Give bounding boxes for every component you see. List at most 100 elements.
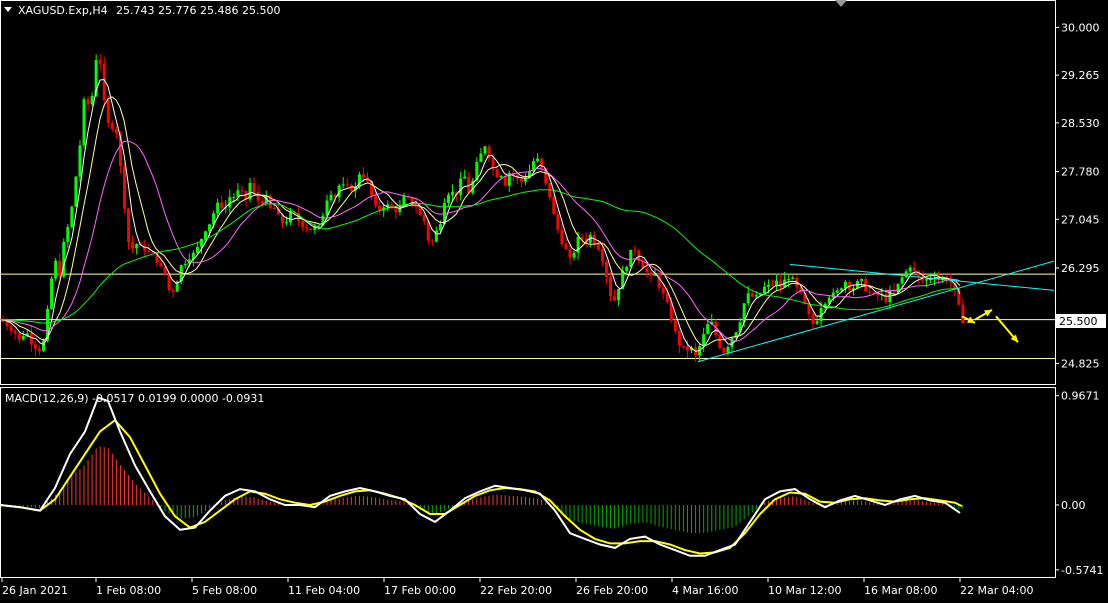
- candle-body: [329, 194, 333, 201]
- candle-body: [204, 231, 207, 240]
- candlestick-series: [1, 54, 965, 362]
- candle-body: [106, 100, 110, 123]
- candle-body: [301, 221, 305, 228]
- candle-body: [345, 184, 349, 186]
- triangle-upper-trendline[interactable]: [789, 263, 1055, 291]
- time-tick-label: 1 Feb 08:00: [96, 584, 161, 597]
- candle-body: [519, 178, 523, 182]
- candle-body: [110, 122, 114, 129]
- time-tick-label: 5 Feb 08:00: [192, 584, 257, 597]
- candle-body: [426, 221, 430, 241]
- candle-body: [807, 304, 811, 315]
- candle-body: [447, 194, 450, 203]
- price-tick-label: 28.530: [1061, 117, 1100, 130]
- candle-body: [779, 280, 783, 288]
- candle-body: [730, 337, 734, 347]
- candle-body: [430, 240, 434, 242]
- candle-body: [787, 278, 791, 280]
- candle-body: [572, 252, 576, 258]
- candle-body: [74, 176, 78, 207]
- triangle-down-icon[interactable]: [4, 7, 12, 12]
- candle-body: [463, 176, 467, 179]
- price-tick-label: 30.000: [1061, 21, 1100, 34]
- candle-body: [90, 95, 94, 105]
- time-tick-label: 4 Mar 16:00: [672, 584, 738, 597]
- candle-body: [341, 184, 345, 186]
- triangle-trendlines[interactable]: [697, 260, 1055, 363]
- candle-body: [718, 334, 722, 348]
- candle-body: [495, 168, 499, 178]
- candle-body: [617, 288, 621, 301]
- candle-body: [661, 287, 665, 294]
- candle-body: [123, 166, 126, 209]
- candle-body: [503, 176, 507, 186]
- candle-body: [912, 267, 916, 272]
- triangle-lower-trendline[interactable]: [697, 260, 1055, 363]
- time-tick-label: 17 Feb 00:00: [384, 584, 456, 597]
- candle-body: [750, 293, 754, 297]
- candle-body: [815, 321, 819, 324]
- candle-body: [839, 288, 843, 291]
- candle-body: [523, 178, 527, 182]
- candle-body: [961, 304, 965, 324]
- candle-body: [361, 174, 365, 178]
- candle-body: [232, 196, 236, 198]
- candle-body: [135, 244, 139, 249]
- candle-body: [884, 293, 888, 303]
- candle-body: [13, 330, 17, 334]
- candle-body: [479, 153, 483, 162]
- candle-body: [775, 280, 779, 286]
- chart-canvas[interactable]: 30.000 29.265 28.530 27.780 27.045 26.295 24.8…: [0, 0, 1108, 599]
- candle-body: [171, 290, 175, 292]
- candle-body: [66, 227, 70, 242]
- candle-body: [228, 197, 232, 208]
- candle-body: [722, 347, 726, 353]
- candle-body: [754, 295, 758, 297]
- time-axis: 26 Jan 2021 1 Feb 08:00 5 Feb 08:00 11 Feb …: [1, 578, 1033, 597]
- candle-body: [216, 202, 220, 214]
- candle-body: [252, 182, 256, 192]
- trading-chart-window[interactable]: 30.000 29.265 28.530 27.780 27.045 26.295 24.8…: [0, 0, 1108, 599]
- candle-body: [835, 290, 839, 293]
- chart-shift-marker-icon[interactable]: [835, 0, 847, 7]
- macd-tick-label: -0.5741: [1061, 564, 1103, 577]
- candle-body: [9, 326, 13, 331]
- candle-body: [706, 324, 710, 335]
- candle-body: [762, 286, 766, 294]
- candle-body: [868, 291, 872, 293]
- svg-text:25.500: 25.500: [1059, 315, 1098, 328]
- candle-body: [536, 158, 540, 162]
- candle-body: [127, 208, 131, 242]
- symbol-label: XAGUSD.Exp,H4: [18, 4, 108, 17]
- candle-body: [86, 99, 90, 105]
- ohlc-label: 25.743 25.776 25.486 25.500: [116, 4, 280, 17]
- candle-body: [54, 260, 58, 279]
- candle-body: [17, 333, 21, 340]
- candle-body: [309, 228, 313, 231]
- forecast-arrows[interactable]: [961, 308, 1019, 343]
- candle-body: [82, 99, 86, 146]
- candle-body: [924, 279, 928, 281]
- macd-main-line: [0, 396, 961, 557]
- moving-averages: [0, 78, 961, 352]
- candle-body: [685, 346, 689, 351]
- price-tick-label: 29.265: [1061, 69, 1100, 82]
- candle-body: [29, 333, 33, 345]
- macd-tick-label: 0.9671: [1061, 390, 1100, 403]
- candle-body: [159, 262, 163, 267]
- candle-body: [791, 277, 795, 279]
- candle-body: [272, 207, 276, 210]
- candle-body: [260, 200, 264, 204]
- candle-body: [677, 331, 681, 346]
- candle-body: [860, 279, 864, 281]
- ma-mid-line: [0, 140, 961, 342]
- candle-body: [673, 320, 677, 332]
- price-tick-label: 27.780: [1061, 166, 1100, 179]
- candle-body: [766, 284, 770, 287]
- candle-body: [114, 128, 118, 134]
- candle-body: [305, 227, 309, 229]
- candle-body: [596, 243, 600, 250]
- candle-body: [21, 335, 25, 340]
- candle-body: [540, 158, 544, 169]
- candle-body: [633, 249, 637, 251]
